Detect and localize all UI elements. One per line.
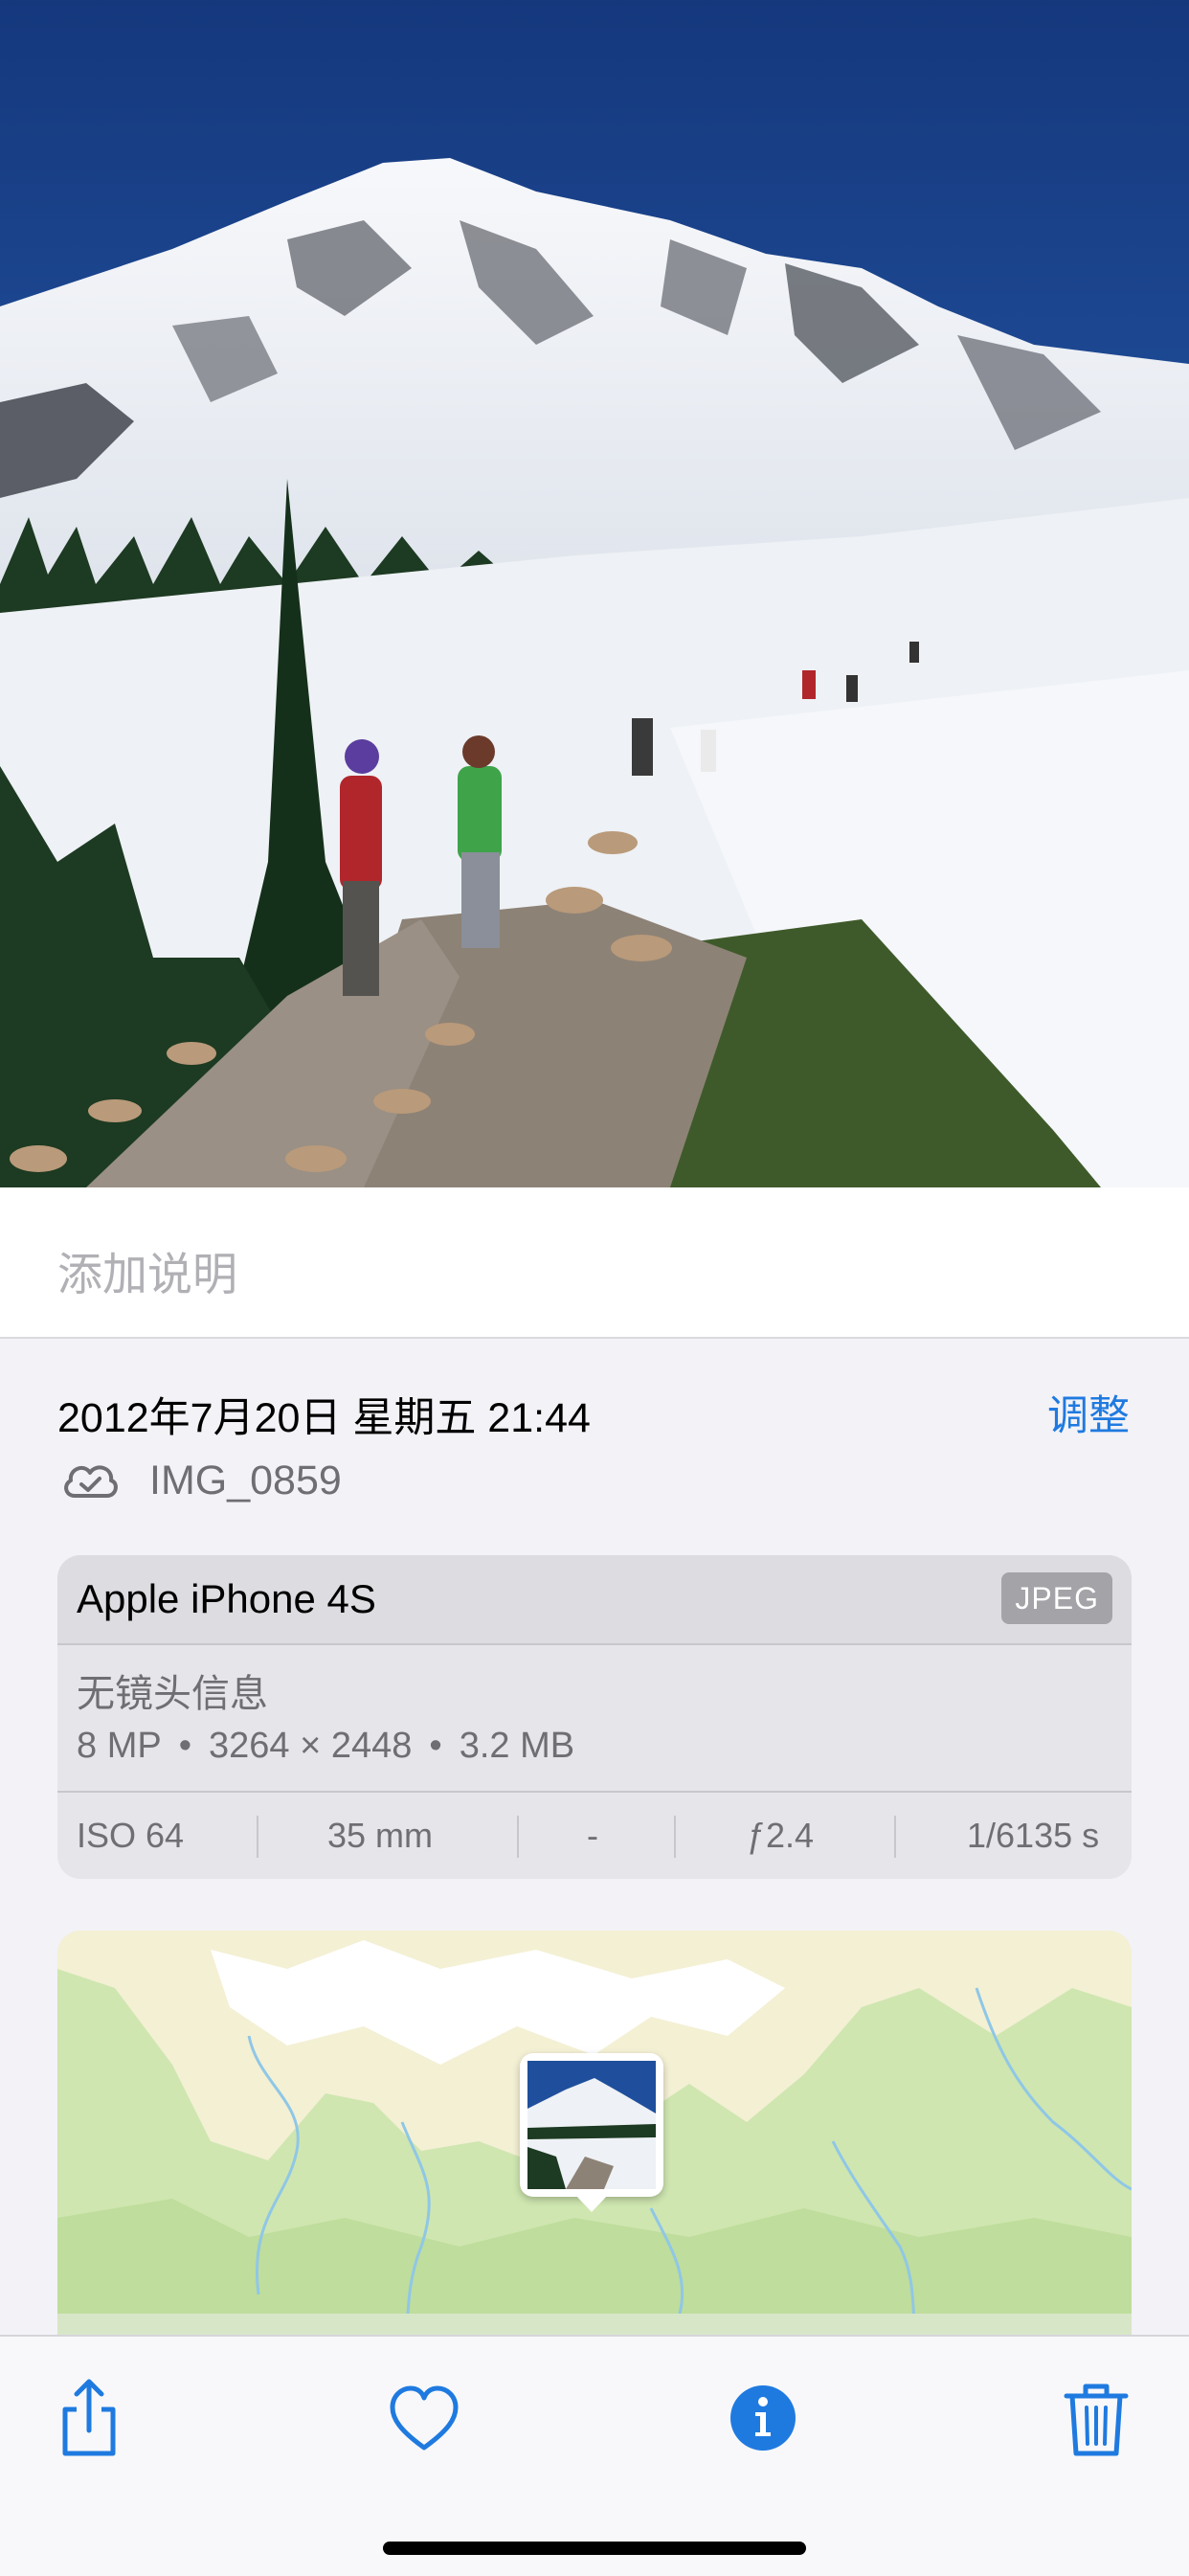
lens-info: 无镜头信息 xyxy=(77,1673,268,1715)
file-name: IMG_0859 xyxy=(149,1457,342,1503)
megapixels: 8 MP xyxy=(77,1726,162,1766)
caption-placeholder: 添加说明 xyxy=(57,1249,237,1299)
photo-pin[interactable] xyxy=(520,2053,663,2212)
share-button[interactable] xyxy=(46,2375,132,2461)
caption-field[interactable]: 添加说明 xyxy=(0,1187,1189,1339)
capture-date: 2012年7月20日 星期五 21:44 xyxy=(57,1395,591,1441)
format-badge: JPEG xyxy=(1001,1572,1112,1624)
cloud-check-icon xyxy=(59,1456,121,1508)
trash-icon xyxy=(1053,2384,1139,2465)
exif-iso: ISO 64 xyxy=(77,1816,185,1855)
exif-focal-length: 35 mm xyxy=(327,1816,434,1855)
exif-aperture: ƒ2.4 xyxy=(747,1816,815,1855)
exif-shutter-speed: 1/6135 s xyxy=(967,1816,1100,1855)
exif-exposure-value: - xyxy=(587,1816,598,1855)
exif-row: ISO 64 35 mm - ƒ2.4 1/6135 s xyxy=(57,1791,1132,1879)
device-card: Apple iPhone 4S JPEG 无镜头信息 8 MP • 3264 × 2… xyxy=(57,1555,1132,1879)
bottom-toolbar xyxy=(0,2335,1189,2576)
exif-divider xyxy=(674,1816,676,1858)
home-indicator xyxy=(383,2542,806,2555)
mountain-photo xyxy=(0,0,1189,1187)
photo-view[interactable] xyxy=(0,0,1189,1187)
info-panel: 2012年7月20日 星期五 21:44 调整 IMG_0859 Apple i… xyxy=(0,1339,1189,2352)
delete-button[interactable] xyxy=(1053,2375,1139,2461)
favorite-button[interactable] xyxy=(381,2375,467,2461)
info-button[interactable] xyxy=(720,2375,806,2461)
heart-icon xyxy=(381,2385,467,2465)
resolution: 3264 × 2448 xyxy=(209,1726,413,1766)
exif-divider xyxy=(257,1816,258,1858)
separator-dot: • xyxy=(178,1726,192,1766)
exif-divider xyxy=(517,1816,519,1858)
device-card-header: Apple iPhone 4S JPEG xyxy=(57,1555,1132,1645)
file-size: 3.2 MB xyxy=(459,1726,575,1766)
location-map[interactable] xyxy=(57,1931,1132,2352)
device-name: Apple iPhone 4S xyxy=(77,1576,376,1621)
pin-thumbnail xyxy=(527,2061,656,2189)
info-icon xyxy=(720,2385,806,2465)
share-icon xyxy=(46,2379,132,2465)
specs-row: 8 MP • 3264 × 2448 • 3.2 MB xyxy=(77,1726,574,1767)
adjust-button[interactable]: 调整 xyxy=(1047,1383,1130,1442)
separator-dot: • xyxy=(429,1726,442,1766)
exif-divider xyxy=(894,1816,896,1858)
pin-pointer xyxy=(575,2195,608,2212)
